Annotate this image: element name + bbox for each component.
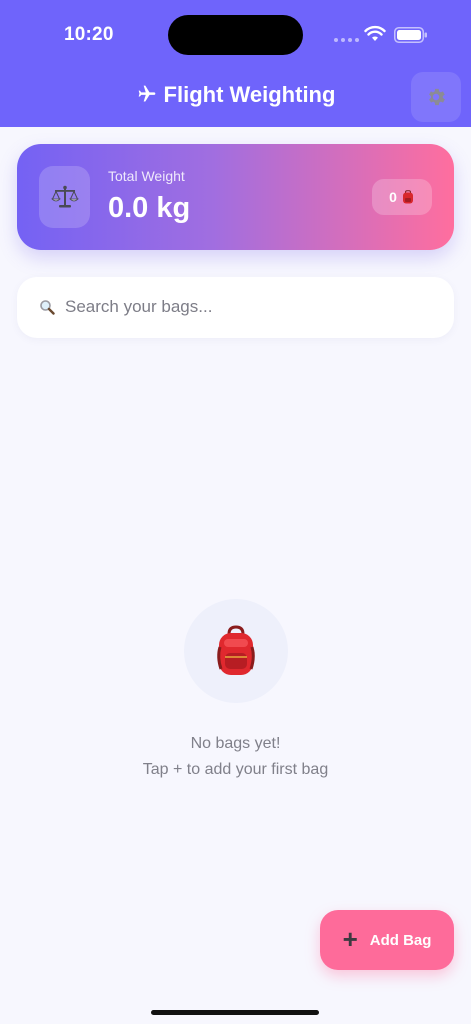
settings-button[interactable] [411, 72, 461, 122]
backpack-icon [217, 625, 255, 675]
bag-count-badge: 0 [372, 179, 432, 215]
cellular-signal-icon [334, 38, 359, 42]
page-title: Flight Weighting [0, 82, 471, 108]
add-bag-label: Add Bag [369, 931, 432, 949]
total-weight-card: Total Weight 0.0 kg 0 [17, 144, 454, 250]
empty-state-illustration [184, 599, 288, 703]
status-time: 10:20 [64, 24, 114, 45]
page-title-text: Flight Weighting [163, 82, 336, 107]
add-bag-button[interactable]: + Add Bag [320, 910, 454, 970]
dynamic-island [168, 15, 303, 55]
total-weight-value: 0.0 kg [108, 192, 191, 224]
bag-count: 0 [389, 189, 397, 205]
balance-scale-icon [50, 185, 79, 208]
wifi-icon [364, 25, 386, 41]
battery-icon [394, 27, 427, 43]
total-weight-label: Total Weight [108, 168, 185, 184]
empty-state-subtitle: Tap + to add your first bag [142, 761, 329, 778]
search-icon [40, 300, 55, 315]
search-bar[interactable] [17, 277, 454, 338]
airplane-icon [138, 85, 155, 102]
backpack-icon [402, 190, 413, 204]
empty-state-title: No bags yet! [190, 735, 281, 752]
scale-icon-container [39, 166, 90, 228]
gear-icon [429, 88, 445, 106]
plus-icon: + [342, 924, 358, 954]
search-input[interactable] [65, 293, 435, 321]
app-header: 10:20 Flight Weighting [0, 0, 471, 127]
home-indicator [151, 1010, 319, 1015]
